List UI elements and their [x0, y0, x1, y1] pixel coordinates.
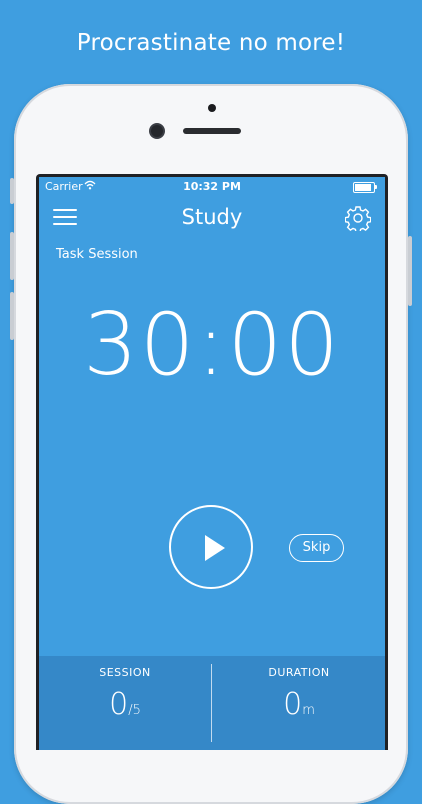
timer-seconds: 00	[227, 295, 341, 395]
duration-stat-label: DURATION	[268, 666, 330, 679]
stats-divider	[211, 664, 212, 742]
status-time: 10:32 PM	[183, 180, 241, 193]
volume-up-button	[10, 232, 14, 280]
app-screen: Carrier 10:32 PM Study Task Session 30:0…	[39, 177, 385, 750]
nav-bar: Study	[39, 197, 385, 241]
skip-button[interactable]: Skip	[289, 534, 344, 562]
front-camera	[151, 125, 163, 137]
duration-stat-value: 0m	[213, 687, 385, 722]
session-stat-value: 0/5	[39, 687, 211, 722]
power-button	[408, 236, 412, 306]
proximity-sensor	[208, 104, 216, 112]
timer-minutes: 30	[83, 295, 197, 395]
countdown-timer: 30:00	[39, 295, 385, 395]
volume-down-button	[10, 292, 14, 340]
duration-stat: DURATION 0m	[213, 656, 385, 750]
session-type-label: Task Session	[56, 247, 138, 262]
battery-icon	[353, 182, 377, 193]
duration-unit: m	[302, 703, 315, 718]
page-title: Study	[181, 205, 243, 229]
session-stat-label: SESSION	[99, 666, 151, 679]
timer-separator: :	[196, 295, 228, 395]
session-total: /5	[128, 703, 141, 718]
stats-panel: SESSION 0/5 DURATION 0m	[39, 656, 385, 750]
status-bar: Carrier 10:32 PM	[39, 177, 385, 197]
duration-count: 0	[283, 687, 303, 722]
mute-switch	[10, 178, 14, 204]
session-stat: SESSION 0/5	[39, 656, 211, 750]
session-count: 0	[109, 687, 129, 722]
promo-tagline: Procrastinate no more!	[76, 30, 346, 56]
earpiece-speaker	[183, 128, 241, 134]
gear-icon[interactable]	[344, 205, 372, 234]
play-button[interactable]	[169, 505, 253, 589]
